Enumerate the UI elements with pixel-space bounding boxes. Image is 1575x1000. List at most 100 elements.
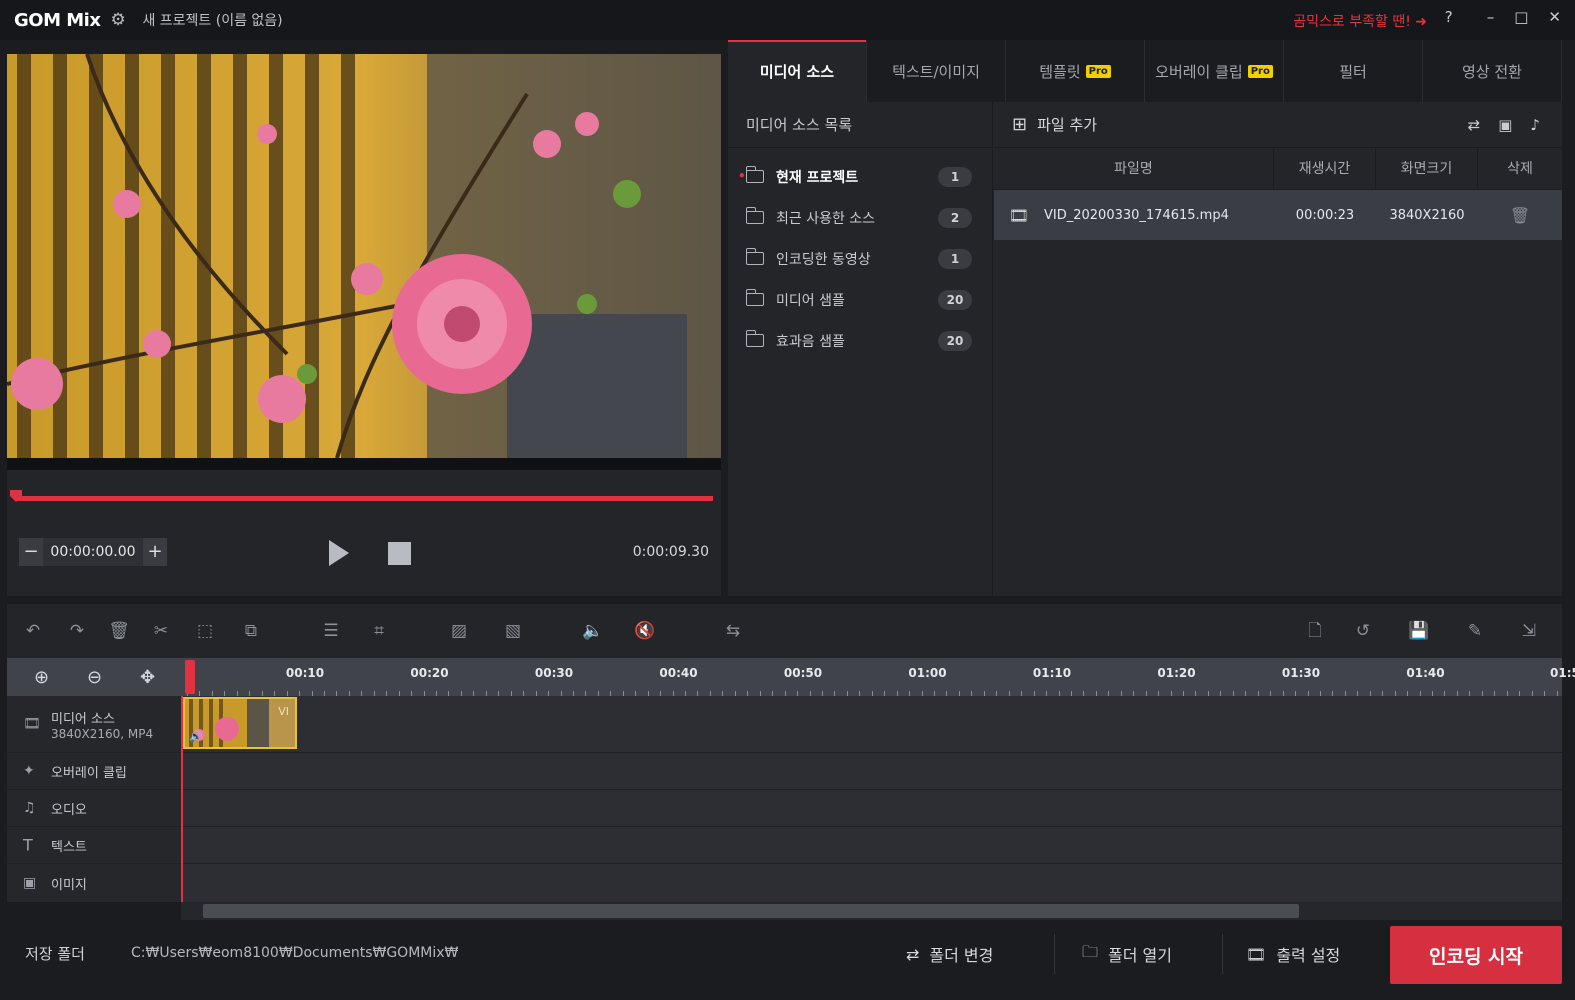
tab-text-image[interactable]: 텍스트/이미지 — [867, 40, 1006, 102]
time-minus-button[interactable]: − — [19, 538, 43, 566]
fit-icon[interactable]: ✥ — [140, 667, 155, 688]
sort-audio-icon[interactable]: ♪ — [1530, 116, 1540, 134]
change-folder-button[interactable]: ⇄ 폴더 변경 — [906, 936, 993, 972]
time-plus-button[interactable]: + — [143, 538, 167, 566]
help-button[interactable]: ? — [1445, 8, 1453, 26]
settings-gear-icon[interactable]: ⚙ — [110, 11, 128, 29]
select-icon[interactable]: ⬚ — [193, 620, 217, 642]
pro-badge: Pro — [1085, 64, 1111, 78]
sort-video-icon[interactable]: ⇄ — [1468, 116, 1481, 134]
adjust-icon[interactable]: ☰ — [319, 620, 343, 642]
encoded-folder-icon — [745, 248, 764, 265]
track-image: ▣ 이미지 — [7, 864, 1562, 902]
folder-icon — [745, 289, 764, 306]
track-title: 이미지 — [51, 877, 87, 893]
source-count: 1 — [938, 166, 972, 187]
scrollbar-thumb[interactable] — [203, 904, 1299, 918]
volume-icon[interactable]: 🔈 — [581, 620, 605, 642]
image-in-icon[interactable]: ▨ — [447, 620, 471, 642]
promo-link[interactable]: 곰믹스로 부족할 땐! ➜ — [1293, 11, 1427, 31]
tab-template[interactable]: 템플릿 Pro — [1006, 40, 1145, 102]
source-count: 20 — [938, 289, 972, 310]
file-list-header: ⊞ 파일 추가 ⇄ ▣ ♪ — [994, 102, 1562, 148]
play-button[interactable] — [329, 540, 349, 566]
ruler-tick-label: 01:30 — [1281, 666, 1321, 680]
tab-transition[interactable]: 영상 전환 — [1423, 40, 1562, 102]
add-file-icon[interactable]: ⊞ — [1012, 114, 1027, 135]
col-resolution[interactable]: 화면크기 — [1376, 147, 1478, 190]
track-label-audio: ♫ 오디오 — [7, 790, 182, 826]
source-item-encoded[interactable]: 인코딩한 동영상 1 — [728, 238, 992, 279]
source-item-current-project[interactable]: • 현재 프로젝트 1 — [728, 156, 992, 197]
ruler-tick-label: 00:20 — [410, 666, 449, 680]
replace-icon[interactable]: ⇆ — [721, 620, 745, 642]
active-dot-icon: • — [738, 169, 746, 183]
divider — [1222, 934, 1223, 974]
split-icon[interactable]: ⧉ — [239, 620, 263, 642]
cut-icon[interactable]: ✂ — [149, 620, 173, 642]
title-bar: GOM Mix ⚙ 새 프로젝트 (이름 없음) 곰믹스로 부족할 땐! ➜ ?… — [0, 0, 1575, 40]
encode-start-button[interactable]: 인코딩 시작 — [1390, 926, 1562, 984]
open-project-icon[interactable]: ↺ — [1351, 620, 1375, 642]
new-project-icon[interactable]: 🗋 — [1303, 620, 1327, 642]
source-item-label: 최근 사용한 소스 — [776, 210, 876, 227]
zoom-out-icon[interactable]: ⊖ — [87, 667, 102, 688]
track-title: 텍스트 — [51, 839, 87, 855]
file-row[interactable]: 🎞 VID_20200330_174615.mp4 00:00:23 3840X… — [994, 190, 1562, 240]
stop-button[interactable] — [388, 542, 411, 565]
maximize-icon[interactable]: □ — [1514, 8, 1528, 26]
col-duration[interactable]: 재생시간 — [1274, 147, 1376, 190]
add-file-button[interactable]: 파일 추가 — [1037, 114, 1097, 135]
output-settings-button[interactable]: 🎞 출력 설정 — [1246, 936, 1340, 972]
app-logo: GOM Mix — [14, 9, 101, 31]
current-time[interactable]: 00:00:00.00 — [43, 544, 143, 560]
delete-clip-icon[interactable]: 🗑 — [107, 620, 131, 642]
track-label-image: ▣ 이미지 — [7, 864, 182, 902]
source-list-header: 미디어 소스 목록 — [728, 102, 992, 148]
close-icon[interactable]: ✕ — [1548, 8, 1561, 26]
source-item-recent[interactable]: 최근 사용한 소스 2 — [728, 197, 992, 238]
clip-audio-icon: 🔊 — [189, 730, 203, 743]
export-icon[interactable]: ⇲ — [1517, 620, 1541, 642]
source-item-label: 인코딩한 동영상 — [776, 251, 871, 268]
ruler-tick-label: 01:10 — [1032, 666, 1072, 680]
source-item-media-samples[interactable]: 미디어 샘플 20 — [728, 279, 992, 320]
tab-filter[interactable]: 필터 — [1284, 40, 1423, 102]
zoom-tools: ⊕ ⊖ ✥ — [7, 658, 182, 696]
mute-icon[interactable]: 🔇 — [633, 620, 657, 642]
source-count: 2 — [938, 207, 972, 228]
minimize-icon[interactable]: – — [1487, 8, 1495, 26]
redo-icon[interactable]: ↷ — [65, 620, 89, 642]
source-item-sound-samples[interactable]: 효과음 샘플 20 — [728, 320, 992, 361]
open-folder-button[interactable]: 🗀 폴더 열기 — [1082, 936, 1172, 972]
save-as-icon[interactable]: ✎ — [1463, 620, 1487, 642]
button-label: 폴더 열기 — [1108, 946, 1172, 965]
source-item-label: 미디어 샘플 — [776, 292, 845, 309]
seek-bar[interactable] — [15, 496, 713, 501]
tab-media-source[interactable]: 미디어 소스 — [728, 40, 867, 102]
video-clip[interactable]: VI 🔊 — [183, 697, 297, 749]
tab-label: 미디어 소스 — [759, 62, 835, 81]
timeline-ruler[interactable]: ⊕ ⊖ ✥ 00:10 00:20 00:30 00:40 00:50 01:00 01:1… — [7, 658, 1575, 696]
col-filename[interactable]: 파일명 — [994, 147, 1274, 190]
image-out-icon[interactable]: ▧ — [501, 620, 525, 642]
project-title: 새 프로젝트 (이름 없음) — [142, 13, 283, 29]
playhead-line — [181, 696, 183, 902]
save-icon[interactable]: 💾 — [1407, 620, 1431, 642]
zoom-in-icon[interactable]: ⊕ — [34, 667, 49, 688]
tab-overlay-clip[interactable]: 오버레이 클립 Pro — [1145, 40, 1284, 102]
file-table-header: 파일명 재생시간 화면크기 삭제 — [994, 147, 1562, 190]
playhead-handle[interactable] — [185, 660, 195, 694]
edit-toolbar: ↶ ↷ 🗑 ✂ ⬚ ⧉ ☰ ⌗ ▨ ▧ 🔈 🔇 ⇆ 🗋 ↺ 💾 ✎ ⇲ — [7, 604, 1562, 658]
crop-icon[interactable]: ⌗ — [367, 620, 391, 642]
track-label-media: 🎞 미디어 소스 3840X2160, MP4 — [7, 696, 182, 752]
timeline-scrollbar[interactable] — [181, 902, 1562, 920]
folder-icon — [745, 330, 764, 347]
delete-icon[interactable]: 🗑 — [1478, 206, 1562, 225]
sort-image-icon[interactable]: ▣ — [1498, 116, 1512, 134]
panel-tabs: 미디어 소스 텍스트/이미지 템플릿 Pro 오버레이 클립 Pro 필터 영상 전… — [728, 40, 1562, 102]
time-input[interactable]: − 00:00:00.00 + — [19, 538, 167, 566]
undo-icon[interactable]: ↶ — [21, 620, 45, 642]
track-label-text: T 텍스트 — [7, 827, 182, 863]
pro-badge: Pro — [1247, 64, 1273, 78]
